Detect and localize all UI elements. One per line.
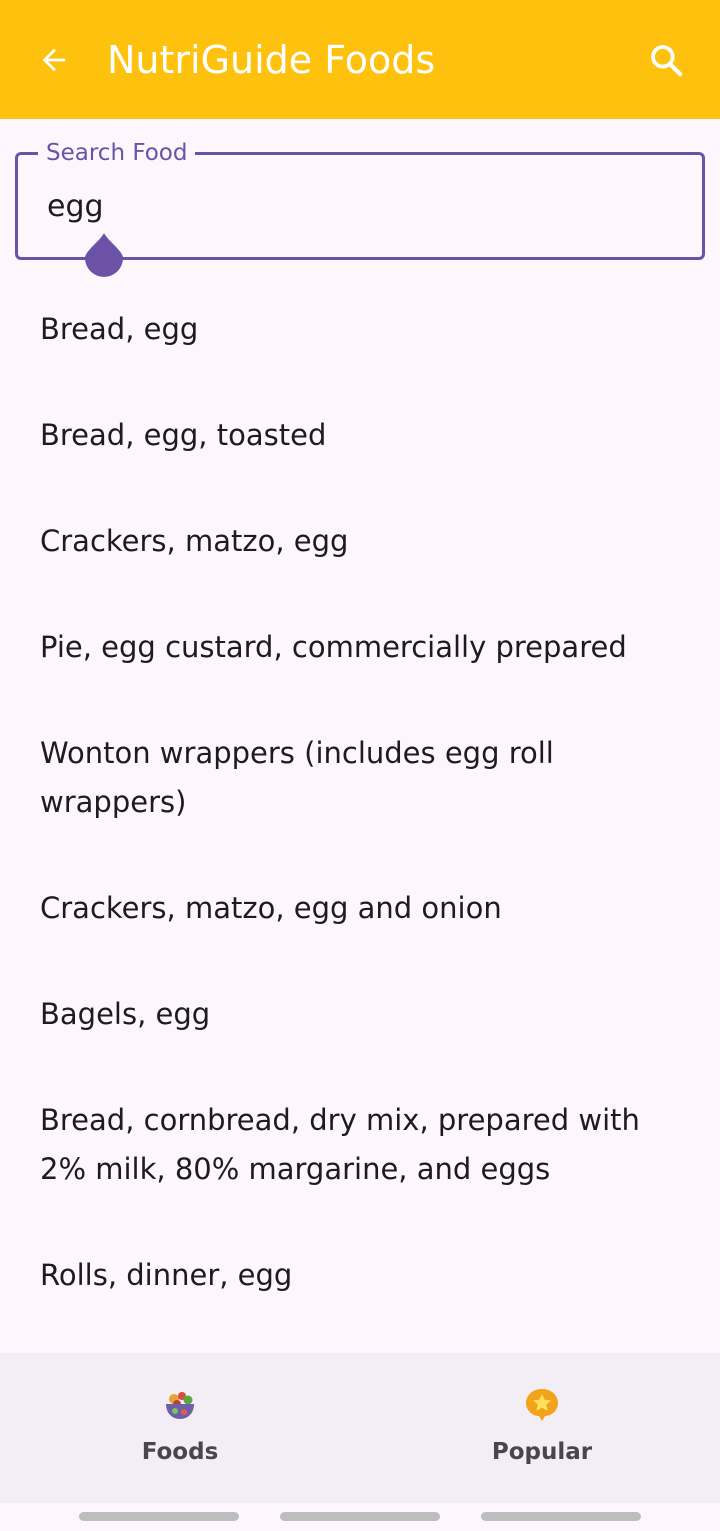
search-input-value[interactable]: egg bbox=[47, 187, 104, 227]
list-item[interactable]: Bread, egg bbox=[40, 305, 680, 354]
list-item[interactable]: Rolls, dinner, egg bbox=[40, 1251, 680, 1300]
nav-item-popular[interactable]: Popular bbox=[362, 1353, 720, 1503]
text-cursor-handle[interactable] bbox=[84, 231, 124, 277]
system-nav-bar bbox=[481, 1512, 641, 1521]
list-item[interactable]: Bread, cornbread, dry mix, prepared with… bbox=[40, 1096, 680, 1194]
bottom-navigation: Foods Popular bbox=[0, 1353, 720, 1503]
back-button[interactable] bbox=[22, 28, 86, 92]
list-item[interactable]: Wonton wrappers (includes egg roll wrapp… bbox=[40, 729, 600, 827]
list-item[interactable]: Bagels, egg bbox=[40, 990, 680, 1039]
list-item[interactable]: Pie, egg custard, commercially prepared bbox=[40, 623, 680, 672]
nav-label-foods: Foods bbox=[141, 1439, 219, 1465]
list-item[interactable]: Bread, egg, toasted bbox=[40, 411, 680, 460]
nav-label-popular: Popular bbox=[491, 1439, 593, 1465]
search-icon bbox=[651, 45, 683, 77]
search-food-label: Search Food bbox=[38, 138, 196, 168]
arrow-left-icon bbox=[42, 48, 66, 72]
list-item[interactable]: Crackers, matzo, egg bbox=[40, 517, 680, 566]
star-badge-icon bbox=[526, 1389, 558, 1421]
list-item[interactable]: Crackers, matzo, egg and onion bbox=[40, 884, 680, 933]
nav-item-foods[interactable]: Foods bbox=[0, 1353, 360, 1503]
app-bar: NutriGuide Foods bbox=[0, 0, 720, 119]
page-title: NutriGuide Foods bbox=[107, 38, 436, 82]
system-nav-bar bbox=[280, 1512, 440, 1521]
system-nav-bar bbox=[79, 1512, 239, 1521]
search-button[interactable] bbox=[634, 28, 698, 92]
food-bowl-icon bbox=[166, 1392, 194, 1419]
